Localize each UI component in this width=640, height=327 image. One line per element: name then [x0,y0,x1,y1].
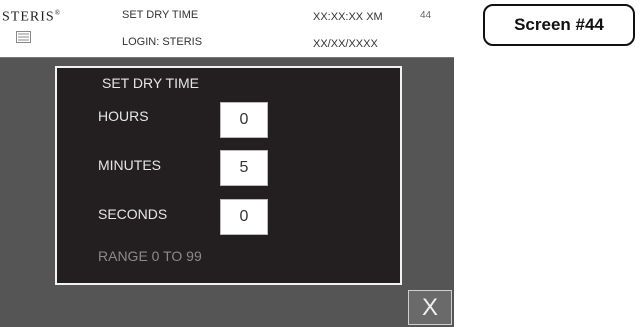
steris-logo-icon [16,31,31,43]
panel-title: SET DRY TIME [102,75,199,91]
hours-input[interactable]: 0 [220,102,268,138]
header-title: SET DRY TIME [122,9,199,21]
screen-number: 44 [420,10,432,21]
clock-date: XX/XX/XXXX [313,38,378,50]
brand-logo: STERIS® [2,9,61,26]
set-dry-time-panel: SET DRY TIME HOURS 0 MINUTES 5 SECONDS 0… [55,66,402,285]
close-button[interactable]: X [408,290,452,325]
brand-name: STERIS [2,9,55,25]
minutes-label: MINUTES [98,157,161,173]
minutes-input[interactable]: 5 [220,150,268,186]
seconds-input[interactable]: 0 [220,199,268,235]
login-status: LOGIN: STERIS [122,36,203,48]
touchscreen: STERIS® SET DRY TIME LOGIN: STERIS XX:XX… [0,0,454,327]
brand-registered-mark: ® [54,9,62,17]
range-hint: RANGE 0 TO 99 [98,248,202,264]
clock-time: XX:XX:XX XM [313,11,383,23]
hours-label: HOURS [98,108,149,124]
screen-label-badge: Screen #44 [483,4,635,46]
header-bar: STERIS® SET DRY TIME LOGIN: STERIS XX:XX… [0,0,454,58]
seconds-label: SECONDS [98,206,168,222]
